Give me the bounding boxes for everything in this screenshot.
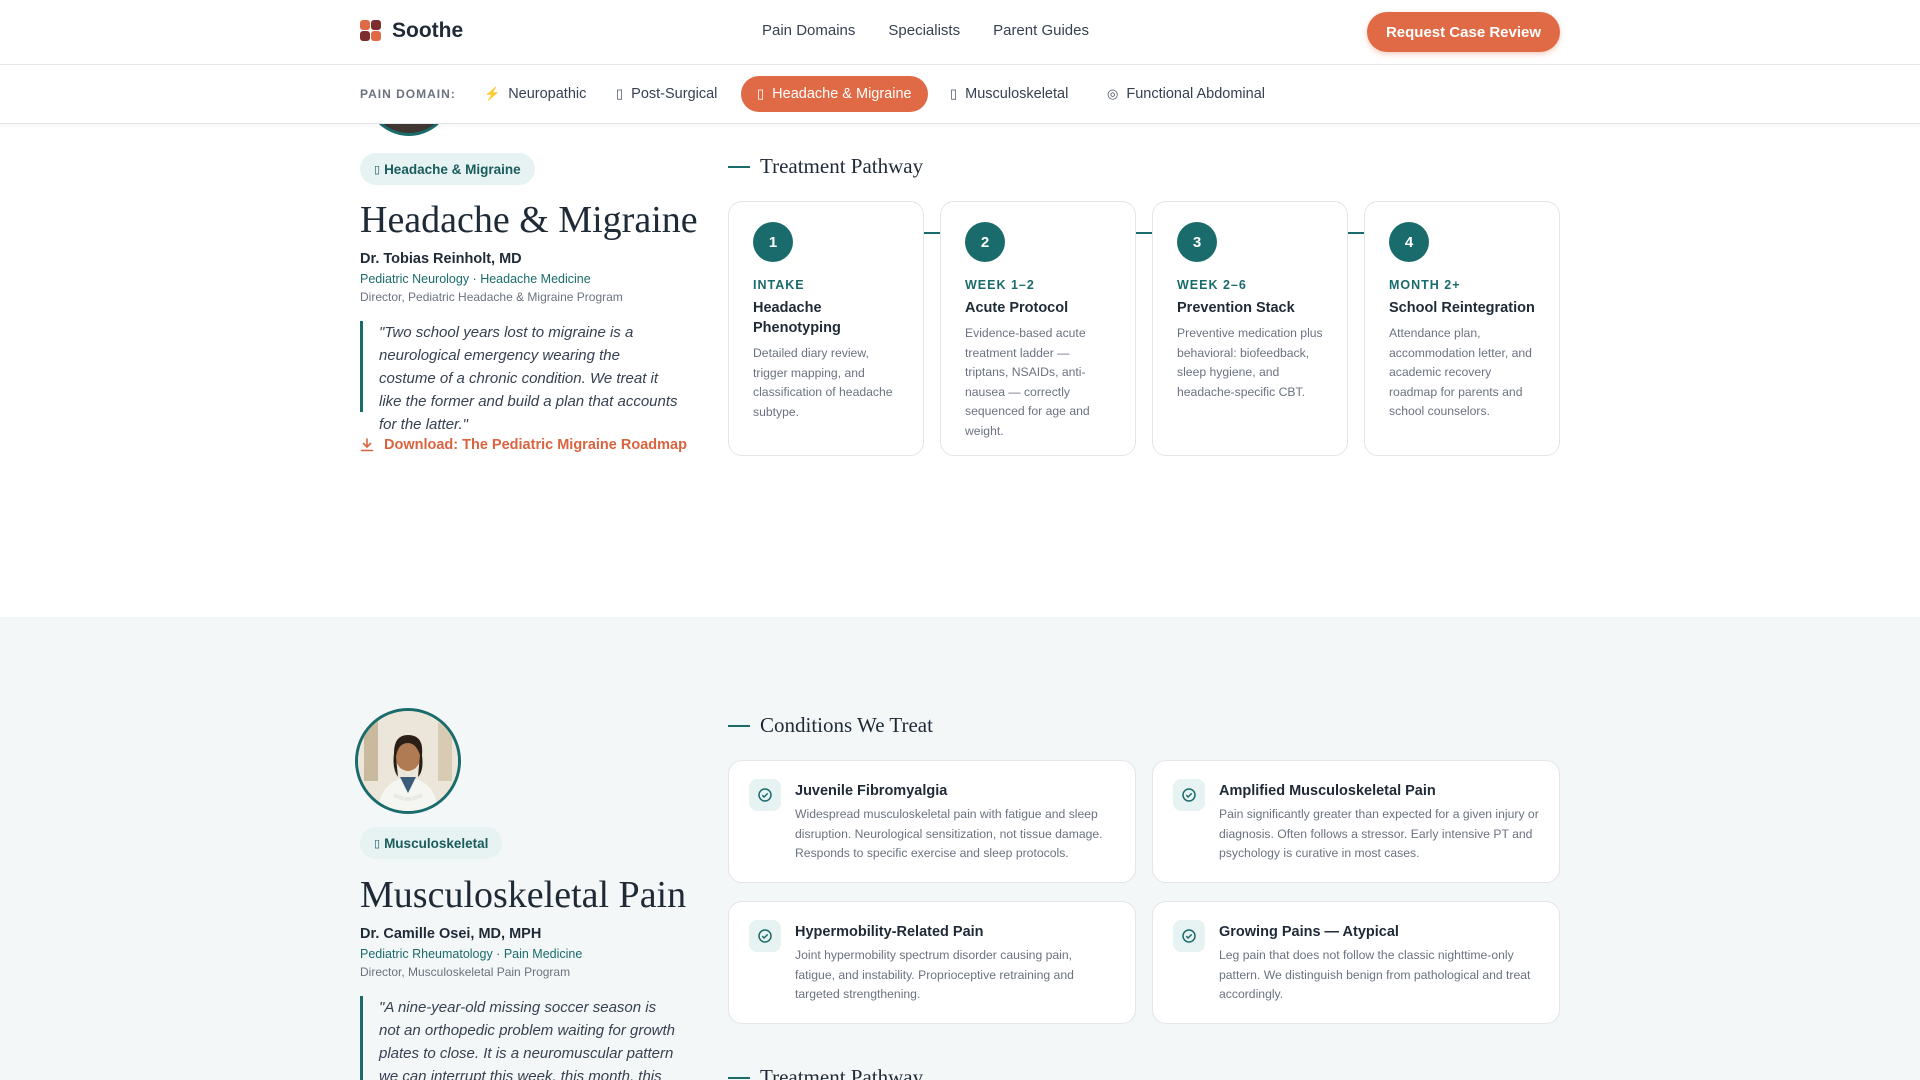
step-description: Attendance plan, accommodation letter, a… xyxy=(1389,326,1532,418)
box-icon: ▯ xyxy=(616,86,624,101)
doctor-specialties: Pediatric Neurology · Headache Medicine xyxy=(360,272,591,286)
condition-title: Hypermobility-Related Pain xyxy=(795,924,984,940)
step-title: Prevention Stack xyxy=(1177,300,1295,316)
filter-chip-functional-abdominal[interactable]: ◎ Functional Abdominal xyxy=(1091,76,1281,112)
condition-card: Juvenile Fibromyalgia Widespread musculo… xyxy=(728,760,1136,883)
chip-label: Headache & Migraine xyxy=(772,86,912,102)
request-case-review-button[interactable]: Request Case Review xyxy=(1367,12,1560,52)
step-number: 3 xyxy=(1177,222,1217,262)
condition-title: Amplified Musculoskeletal Pain xyxy=(1219,783,1436,799)
step-connector xyxy=(924,232,940,234)
step-title: Headache Phenotyping xyxy=(753,300,841,336)
condition-card: Growing Pains — Atypical Leg pain that d… xyxy=(1152,901,1560,1024)
step-week: MONTH 2+ xyxy=(1389,278,1461,292)
condition-description: Pain significantly greater than expected… xyxy=(1219,807,1539,860)
doctor-specialties: Pediatric Rheumatology · Pain Medicine xyxy=(360,947,583,961)
msk-domain-tag: ▯ Musculoskeletal xyxy=(360,827,503,859)
lightning-icon: ⚡ xyxy=(484,86,501,101)
nav-link-pain-domains[interactable]: Pain Domains xyxy=(762,22,855,39)
doctor-name: Dr. Camille Osei, MD, MPH xyxy=(360,926,542,942)
condition-title: Growing Pains — Atypical xyxy=(1219,924,1399,940)
chip-label: Musculoskeletal xyxy=(965,86,1069,102)
doctor-portrait-image xyxy=(358,711,458,811)
filter-chip-headache-migraine[interactable]: ▯ Headache & Migraine xyxy=(741,76,928,112)
heading-text: Treatment Pathway xyxy=(760,1065,924,1080)
step-title: Acute Protocol xyxy=(965,300,1069,316)
specialty-title: Headache & Migraine xyxy=(360,199,698,241)
pathway-step: 2 WEEK 1–2 Acute Protocol Evidence-based… xyxy=(940,201,1136,456)
main-nav: Pain Domains Specialists Parent Guides xyxy=(762,22,1089,39)
site-header: Soothe Pain Domains Specialists Parent G… xyxy=(0,0,1920,65)
chip-label: Post-Surgical xyxy=(631,86,718,102)
domain-tag-icon: ▯ xyxy=(374,837,381,850)
heading-accent-bar xyxy=(728,165,750,168)
pathway-step: 3 WEEK 2–6 Prevention Stack Preventive m… xyxy=(1152,201,1348,456)
heading-accent-bar xyxy=(728,1076,750,1079)
step-number: 1 xyxy=(753,222,793,262)
target-icon: ◎ xyxy=(1107,86,1119,101)
check-circle-icon xyxy=(749,779,781,811)
step-description: Preventive medication plus behavioral: b… xyxy=(1177,326,1323,399)
step-week: INTAKE xyxy=(753,278,805,292)
heading-text: Conditions We Treat xyxy=(760,713,933,737)
download-icon xyxy=(360,438,374,452)
box-icon: ▯ xyxy=(950,86,958,101)
step-week: WEEK 1–2 xyxy=(965,278,1035,292)
box-icon: ▯ xyxy=(757,86,765,101)
check-circle-icon xyxy=(749,920,781,952)
conditions-heading: Conditions We Treat xyxy=(728,713,933,738)
treatment-pathway-heading: Treatment Pathway xyxy=(728,1065,923,1080)
doctor-quote: "Two school years lost to migraine is a … xyxy=(360,321,680,433)
doctor-name: Dr. Tobias Reinholt, MD xyxy=(360,251,522,267)
nav-link-parent-guides[interactable]: Parent Guides xyxy=(993,22,1089,39)
condition-description: Leg pain that does not follow the classi… xyxy=(1219,948,1531,1001)
chip-label: Functional Abdominal xyxy=(1126,86,1265,102)
step-number: 2 xyxy=(965,222,1005,262)
nav-link-specialists[interactable]: Specialists xyxy=(888,22,960,39)
step-connector xyxy=(1348,232,1364,234)
pathway-step: 4 MONTH 2+ School Reintegration Attendan… xyxy=(1364,201,1560,456)
doctor-quote: "A nine-year-old missing soccer season i… xyxy=(360,996,680,1080)
brand-logo[interactable]: Soothe xyxy=(360,19,463,43)
step-title: School Reintegration xyxy=(1389,300,1535,316)
heading-accent-bar xyxy=(728,724,750,727)
condition-title: Juvenile Fibromyalgia xyxy=(795,783,948,799)
msk-doctor-avatar xyxy=(355,708,461,814)
step-connector xyxy=(1136,232,1152,234)
step-description: Detailed diary review, trigger mapping, … xyxy=(753,346,893,419)
domain-tag-label: Headache & Migraine xyxy=(384,161,521,177)
domain-tag-label: Musculoskeletal xyxy=(384,835,489,851)
filter-chip-post-surgical[interactable]: ▯ Post-Surgical xyxy=(600,76,733,112)
check-circle-icon xyxy=(1173,779,1205,811)
treatment-pathway-heading: Treatment Pathway xyxy=(728,154,923,179)
download-label: Download: The Pediatric Migraine Roadmap xyxy=(384,437,687,453)
condition-description: Joint hypermobility spectrum disorder ca… xyxy=(795,948,1074,1001)
condition-description: Widespread musculoskeletal pain with fat… xyxy=(795,807,1103,860)
doctor-role: Director, Musculoskeletal Pain Program xyxy=(360,965,571,979)
condition-card: Hypermobility-Related Pain Joint hypermo… xyxy=(728,901,1136,1024)
filter-chip-neuropathic[interactable]: ⚡ Neuropathic xyxy=(468,76,602,112)
headache-domain-tag: ▯ Headache & Migraine xyxy=(360,153,535,185)
step-week: WEEK 2–6 xyxy=(1177,278,1247,292)
step-description: Evidence-based acute treatment ladder — … xyxy=(965,326,1090,438)
step-number: 4 xyxy=(1389,222,1429,262)
domain-tag-icon: ▯ xyxy=(374,163,381,176)
doctor-role: Director, Pediatric Headache & Migraine … xyxy=(360,290,623,304)
pathway-step: 1 INTAKE Headache Phenotyping Detailed d… xyxy=(728,201,924,456)
filter-chip-musculoskeletal[interactable]: ▯ Musculoskeletal xyxy=(934,76,1084,112)
chip-label: Neuropathic xyxy=(508,86,587,102)
check-circle-icon xyxy=(1173,920,1205,952)
logo-icon xyxy=(360,20,382,42)
specialty-title: Musculoskeletal Pain xyxy=(360,874,687,916)
pain-domain-filter-bar: PAIN DOMAIN: ⚡ Neuropathic ▯ Post-Surgic… xyxy=(0,65,1920,124)
heading-text: Treatment Pathway xyxy=(760,154,924,178)
download-roadmap-link[interactable]: Download: The Pediatric Migraine Roadmap xyxy=(360,437,687,453)
filter-label: PAIN DOMAIN: xyxy=(360,87,456,101)
condition-card: Amplified Musculoskeletal Pain Pain sign… xyxy=(1152,760,1560,883)
brand-name: Soothe xyxy=(392,19,464,42)
